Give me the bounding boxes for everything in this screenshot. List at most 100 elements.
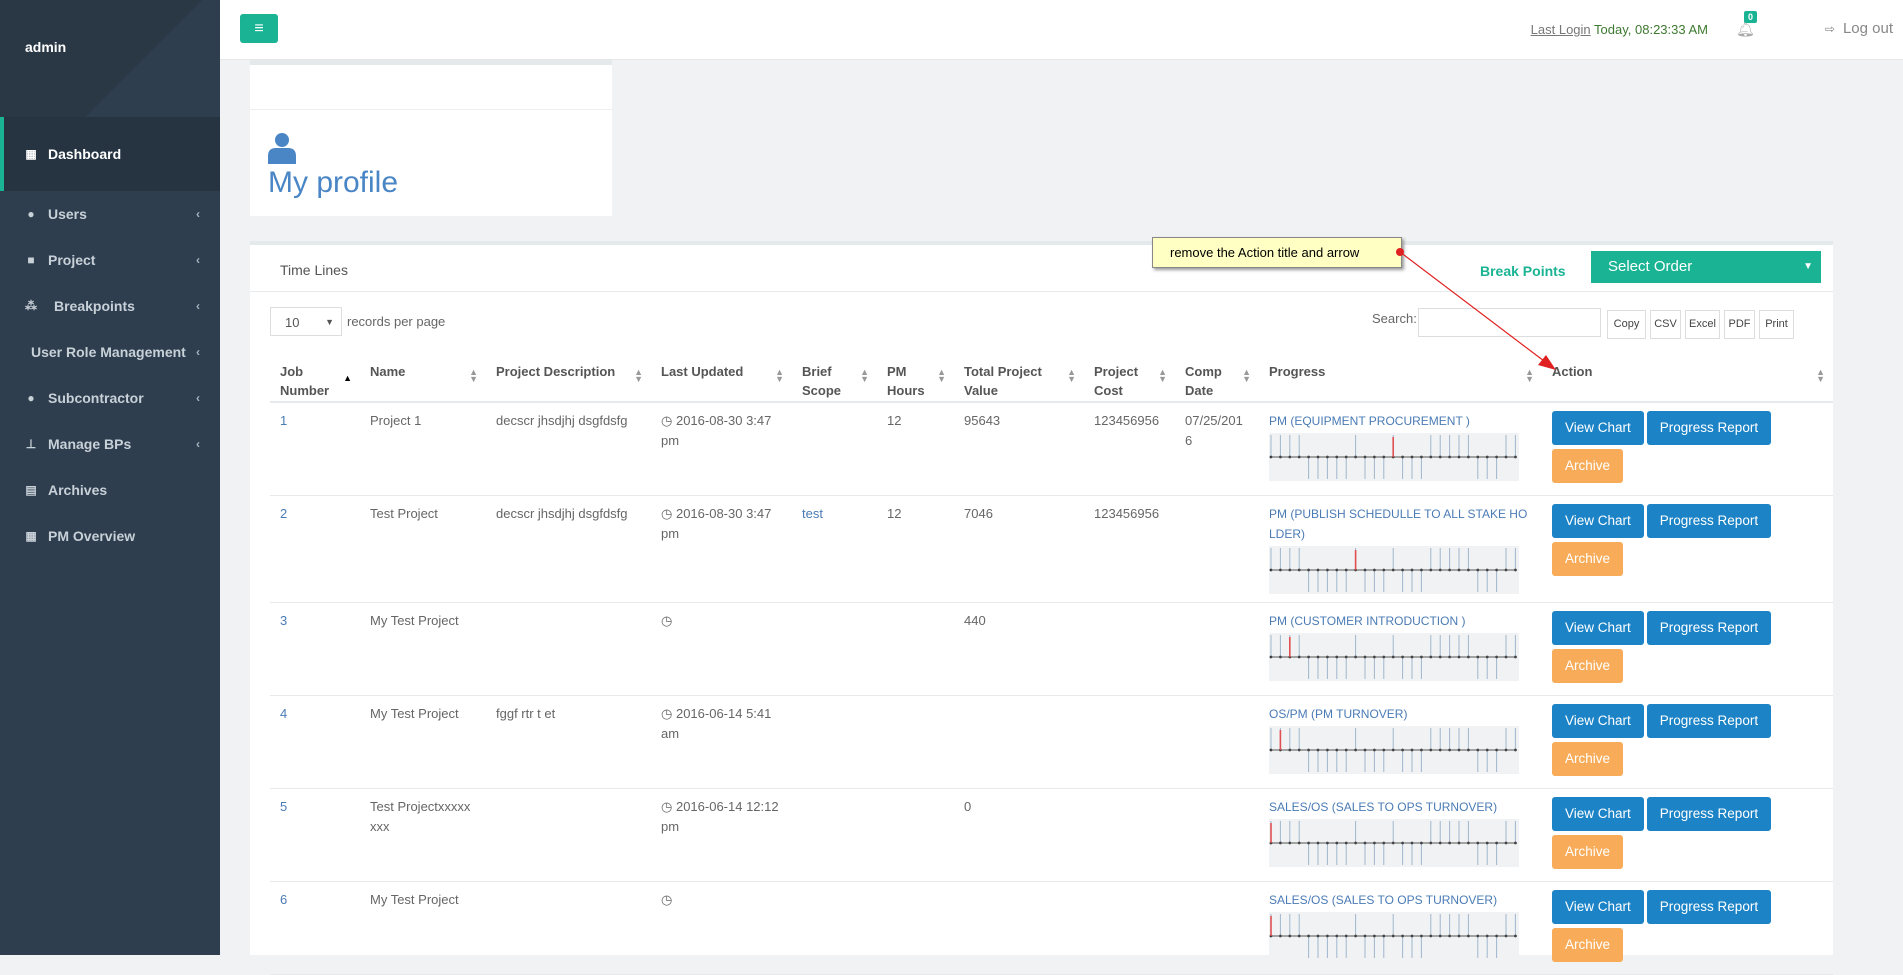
cell-name: Test Projectxxxxxxxx xyxy=(360,788,486,882)
archive-button[interactable]: Archive xyxy=(1552,449,1624,483)
timeline-chart[interactable] xyxy=(1269,912,1519,960)
progress-stage-link[interactable]: SALES/OS (SALES TO OPS TURNOVER) xyxy=(1269,893,1497,907)
cell-action: View Chart Progress Report Archive xyxy=(1542,881,1833,975)
view-chart-button[interactable]: View Chart xyxy=(1552,504,1644,538)
view-chart-button[interactable]: View Chart xyxy=(1552,704,1644,738)
progress-report-button[interactable]: Progress Report xyxy=(1646,504,1772,538)
sidebar-item-user-role-management[interactable]: User Role Management ‹ xyxy=(0,329,220,375)
job-value[interactable]: 6 xyxy=(280,892,287,907)
view-chart-button[interactable]: View Chart xyxy=(1552,890,1644,924)
sort-icon: ▲ ▼ xyxy=(1067,367,1076,384)
column-header[interactable]: Action ▲ ▼ xyxy=(1542,357,1833,403)
sidebar-item-pm-overview[interactable]: ▦ PM Overview xyxy=(0,513,220,559)
search-input[interactable] xyxy=(1418,308,1601,337)
menu-toggle-button[interactable]: ≡ xyxy=(240,14,278,43)
archive-button[interactable]: Archive xyxy=(1552,928,1624,962)
column-header[interactable]: Total Project Value ▲ ▼ xyxy=(954,357,1084,403)
cell-job: 6 xyxy=(270,881,360,975)
progress-stage-link[interactable]: SALES/OS (SALES TO OPS TURNOVER) xyxy=(1269,800,1497,814)
clock-icon: ◷ xyxy=(661,413,676,428)
chevron-left-icon: ‹ xyxy=(196,391,200,405)
sidebar-item-breakpoints[interactable]: ⁂ Breakpoints ‹ xyxy=(0,283,220,329)
timeline-chart[interactable] xyxy=(1269,633,1519,681)
last-login-value: Today, 08:23:33 AM xyxy=(1594,22,1708,37)
column-header[interactable]: PM Hours ▲ ▼ xyxy=(877,357,954,403)
cell-action: View Chart Progress Report Archive xyxy=(1542,495,1833,603)
excel-button[interactable]: Excel xyxy=(1685,310,1720,339)
sort-icon: ▲ ▼ xyxy=(937,367,946,384)
job-value[interactable]: 4 xyxy=(280,706,287,721)
timeline-chart[interactable] xyxy=(1269,819,1519,867)
column-header[interactable]: Job Number ▲ xyxy=(270,357,360,403)
username[interactable]: admin xyxy=(25,39,66,55)
column-header[interactable]: Comp Date ▲ ▼ xyxy=(1175,357,1259,403)
cell-job: 1 xyxy=(270,402,360,496)
cell-scope xyxy=(792,402,877,496)
column-header[interactable]: Last Updated ▲ ▼ xyxy=(651,357,792,403)
csv-button[interactable]: CSV xyxy=(1650,310,1681,339)
sidebar-item-archives[interactable]: ▤ Archives xyxy=(0,467,220,513)
name-value: My Test Project xyxy=(370,892,459,907)
print-button[interactable]: Print xyxy=(1759,310,1794,339)
logout-link[interactable]: ⇨ Log out xyxy=(1825,20,1893,37)
cell-name: Test Project xyxy=(360,495,486,603)
sort-icon: ▲ ▼ xyxy=(1158,367,1167,384)
progress-stage-link[interactable]: PM (PUBLISH SCHEDULLE TO ALL STAKE HOLDE… xyxy=(1269,507,1527,541)
value-value: 7046 xyxy=(964,506,993,521)
updated-value: 2016-08-30 3:47 pm xyxy=(661,413,772,448)
select-order-dropdown[interactable]: Select Order ▼ xyxy=(1591,251,1821,283)
column-header[interactable]: Project Cost ▲ ▼ xyxy=(1084,357,1175,403)
hours-value: 12 xyxy=(887,413,902,428)
progress-report-button[interactable]: Progress Report xyxy=(1646,890,1772,924)
archive-button[interactable]: Archive xyxy=(1552,649,1624,683)
cell-cost xyxy=(1084,788,1175,882)
column-header[interactable]: Brief Scope ▲ ▼ xyxy=(792,357,877,403)
copy-button[interactable]: Copy xyxy=(1607,310,1646,339)
progress-report-button[interactable]: Progress Report xyxy=(1646,611,1772,645)
sidebar-item-manage-bps[interactable]: ⊥ Manage BPs ‹ xyxy=(0,421,220,467)
job-value[interactable]: 2 xyxy=(280,506,287,521)
cell-scope xyxy=(792,881,877,975)
timeline-chart[interactable] xyxy=(1269,726,1519,774)
notifications-button[interactable]: 🔔︎ 0 xyxy=(1735,11,1757,38)
progress-report-button[interactable]: Progress Report xyxy=(1646,411,1772,445)
pdf-button[interactable]: PDF xyxy=(1724,310,1755,339)
sidebar-item-subcontractor[interactable]: ● Subcontractor ‹ xyxy=(0,375,220,421)
progress-stage-link[interactable]: PM (CUSTOMER INTRODUCTION ) xyxy=(1269,614,1465,628)
cell-hours: 12 xyxy=(877,402,954,496)
cell-desc: decscr jhsdjhj dsgfdsfg xyxy=(486,495,651,603)
progress-report-button[interactable]: Progress Report xyxy=(1646,797,1772,831)
clock-icon: ◷ xyxy=(661,613,673,628)
cell-progress: PM (CUSTOMER INTRODUCTION ) xyxy=(1259,602,1542,696)
job-value[interactable]: 1 xyxy=(280,413,287,428)
sidebar-item-project[interactable]: ■ Project ‹ xyxy=(0,237,220,283)
progress-report-button[interactable]: Progress Report xyxy=(1646,704,1772,738)
cell-value: 0 xyxy=(954,788,1084,882)
table-row: 4 My Test Project fggf rtr t et ◷ 2016-06-1… xyxy=(270,695,1833,789)
job-value[interactable]: 3 xyxy=(280,613,287,628)
cell-desc: decscr jhsdjhj dsgfdsfg xyxy=(486,402,651,496)
archive-button[interactable]: Archive xyxy=(1552,542,1624,576)
archive-button[interactable]: Archive xyxy=(1552,742,1624,776)
last-login-label[interactable]: Last Login xyxy=(1531,22,1591,37)
column-header[interactable]: Progress ▲ ▼ xyxy=(1259,357,1542,403)
timeline-chart[interactable] xyxy=(1269,433,1519,481)
bell-icon: 🔔︎ xyxy=(1735,21,1755,38)
column-header[interactable]: Name ▲ ▼ xyxy=(360,357,486,403)
column-header[interactable]: Project Description ▲ ▼ xyxy=(486,357,651,403)
sidebar-item-dashboard[interactable]: ▦ Dashboard xyxy=(0,117,220,191)
view-chart-button[interactable]: View Chart xyxy=(1552,611,1644,645)
view-chart-button[interactable]: View Chart xyxy=(1552,411,1644,445)
records-per-page-select[interactable]: 10 ▼ xyxy=(270,307,342,336)
job-value[interactable]: 5 xyxy=(280,799,287,814)
timeline-chart[interactable] xyxy=(1269,546,1519,594)
view-chart-button[interactable]: View Chart xyxy=(1552,797,1644,831)
progress-stage-link[interactable]: OS/PM (PM TURNOVER) xyxy=(1269,707,1407,721)
cell-cost: 123456956 xyxy=(1084,402,1175,496)
sidebar-item-users[interactable]: ● Users ‹ xyxy=(0,191,220,237)
sidebar-item-label: Archives xyxy=(48,482,108,498)
scope-value[interactable]: test xyxy=(802,506,823,521)
archive-button[interactable]: Archive xyxy=(1552,835,1624,869)
progress-stage-link[interactable]: PM (EQUIPMENT PROCUREMENT ) xyxy=(1269,414,1470,428)
name-value: Test Project xyxy=(370,506,438,521)
